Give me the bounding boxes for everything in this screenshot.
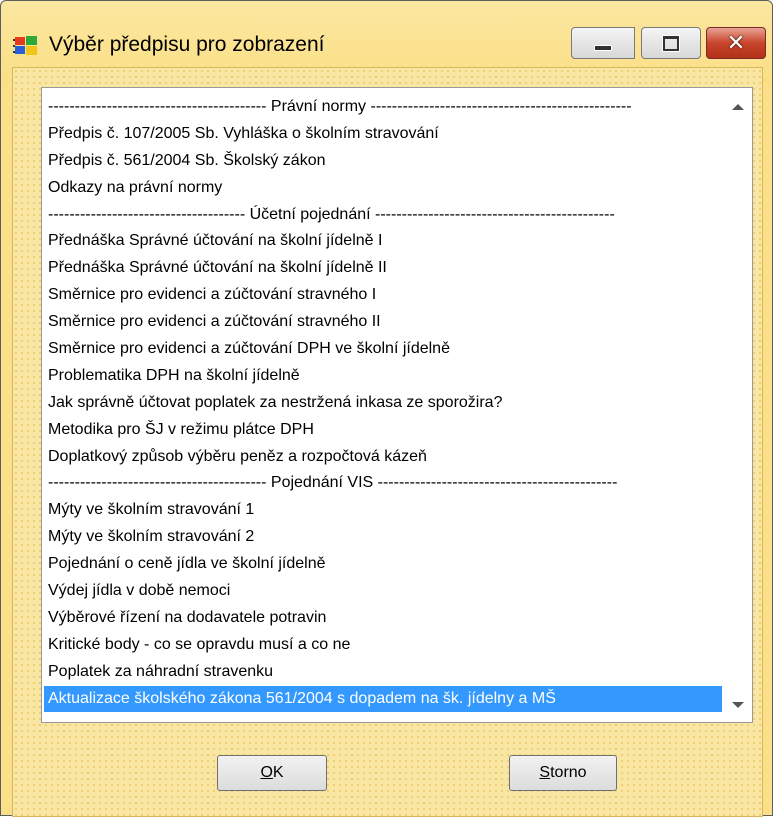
scroll-up-arrow-icon[interactable] (732, 104, 744, 110)
vertical-scrollbar[interactable] (722, 88, 752, 722)
list-item[interactable]: Mýty ve školním stravování 2 (42, 524, 722, 551)
maximize-icon (663, 35, 679, 51)
storno-button[interactable]: Storno (509, 755, 617, 791)
list-item[interactable]: Kritické body - co se opravdu musí a co … (42, 632, 722, 659)
app-windows-icon (13, 36, 37, 55)
close-button[interactable]: ✕ (706, 27, 766, 59)
list-item[interactable]: ------------------------------------- Úč… (42, 202, 722, 229)
list-item[interactable]: Pojednání o ceně jídla ve školní jídelně (42, 551, 722, 578)
minimize-button[interactable] (571, 27, 635, 59)
minimize-icon (594, 45, 612, 51)
list-item[interactable]: Jak správně účtovat poplatek za nestržen… (42, 390, 722, 417)
list-item[interactable]: ----------------------------------------… (42, 470, 722, 497)
storno-mnemonic: S (539, 764, 551, 781)
list-item[interactable]: Směrnice pro evidenci a zúčtování stravn… (42, 309, 722, 336)
list-item[interactable]: Doplatkový způsob výběru peněz a rozpočt… (42, 444, 722, 471)
list-item[interactable]: Výběrové řízení na dodavatele potravin (42, 605, 722, 632)
list-item[interactable]: Výdej jídla v době nemoci (42, 578, 722, 605)
list-item[interactable]: Problematika DPH na školní jídelně (42, 363, 722, 390)
scroll-down-arrow-icon[interactable] (732, 702, 744, 708)
document-list[interactable]: ----------------------------------------… (42, 94, 722, 713)
list-item[interactable]: Směrnice pro evidenci a zúčtování stravn… (42, 282, 722, 309)
list-item[interactable]: ----------------------------------------… (42, 94, 722, 121)
ok-mnemonic: O (260, 764, 273, 781)
close-icon: ✕ (726, 30, 746, 55)
document-listbox[interactable]: ----------------------------------------… (41, 87, 753, 723)
list-item[interactable]: Přednáška Správné účtování na školní jíd… (42, 228, 722, 255)
storno-label-rest: torno (550, 764, 587, 781)
list-item[interactable]: Přednáška Správné účtování na školní jíd… (42, 255, 722, 282)
list-item[interactable]: Předpis č. 107/2005 Sb. Vyhláška o školn… (42, 121, 722, 148)
ok-label-rest: K (272, 764, 284, 781)
ok-button[interactable]: OK (217, 755, 327, 791)
maximize-button[interactable] (641, 27, 701, 59)
list-item[interactable]: Odkazy na právní normy (42, 175, 722, 202)
dialog-window: Výběr předpisu pro zobrazení ✕ ---------… (0, 0, 773, 817)
list-item[interactable]: Mýty ve školním stravování 1 (42, 497, 722, 524)
list-item[interactable]: Směrnice pro evidenci a zúčtování DPH ve… (42, 336, 722, 363)
list-item[interactable]: Metodika pro ŠJ v režimu plátce DPH (42, 417, 722, 444)
list-item[interactable]: Předpis č. 561/2004 Sb. Školský zákon (42, 148, 722, 175)
list-item-selected[interactable]: Aktualizace školského zákona 561/2004 s … (44, 685, 722, 713)
list-item[interactable]: Poplatek za náhradní stravenku (42, 659, 722, 686)
window-title: Výběr předpisu pro zobrazení (49, 33, 325, 56)
